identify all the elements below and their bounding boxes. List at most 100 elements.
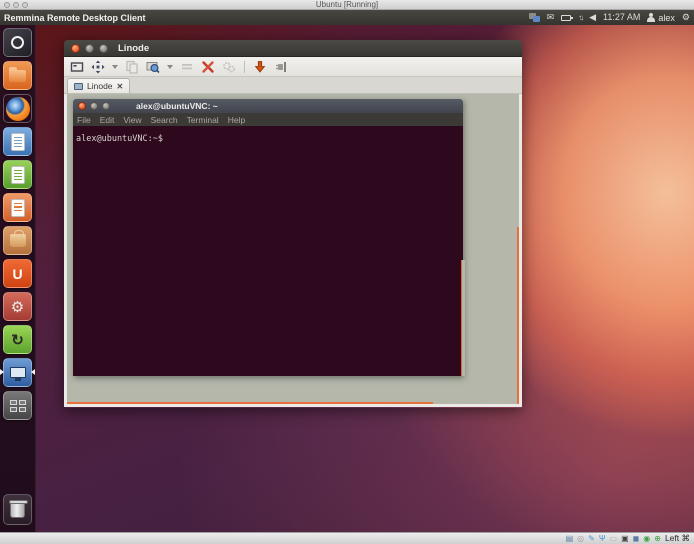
remmina-toolbar: [64, 57, 522, 77]
align-button[interactable]: [179, 59, 195, 75]
screenshot-button[interactable]: [145, 59, 161, 75]
host-close-button[interactable]: [4, 2, 10, 8]
menu-view[interactable]: View: [123, 115, 141, 125]
paste-button[interactable]: [124, 59, 140, 75]
unity-launcher: U ⚙ ↻: [0, 25, 36, 532]
impress-presentation-icon: [11, 199, 25, 217]
scale-mode-button[interactable]: [90, 59, 106, 75]
ubuntu-logo-icon: [11, 36, 24, 49]
remmina-titlebar[interactable]: Linode: [64, 40, 522, 57]
vbox-statusbar: ▤ ◎ ✎ Ψ ▭ ▣ ◼ ◉ ⊕ Left ⌘: [0, 532, 694, 544]
ubuntu-top-panel: Remmina Remote Desktop Client ✉ ↑↓ ◀ 11:…: [0, 10, 694, 25]
screenshot-options-dropdown[interactable]: [166, 59, 174, 75]
battery-icon[interactable]: [561, 15, 571, 21]
network-icon[interactable]: ✎: [588, 534, 595, 544]
launcher-item-trash[interactable]: [3, 494, 32, 525]
tools-button[interactable]: [200, 59, 216, 75]
remmina-window: Linode: [64, 40, 522, 408]
terminal-minimize-button[interactable]: [90, 102, 98, 110]
remote-desktop-viewport[interactable]: alex@ubuntuVNC: ~ File Edit View Search …: [64, 94, 522, 407]
launcher-item-software-center[interactable]: [3, 226, 32, 255]
hard-disk-icon[interactable]: ▤: [566, 534, 574, 544]
focused-app-arrow-right: [31, 369, 35, 375]
remote-wallpaper-edge-bottom: [67, 402, 433, 404]
folder-icon: [9, 70, 26, 82]
writer-document-icon: [11, 133, 25, 151]
clock[interactable]: 11:27 AM: [603, 10, 640, 25]
host-key-capture-icon[interactable]: ⊕: [654, 534, 661, 544]
maximize-button[interactable]: [99, 44, 108, 53]
launcher-item-libreoffice-writer[interactable]: [3, 127, 32, 156]
gear-wrench-icon: ⚙: [11, 298, 24, 316]
network-transfer-icon[interactable]: ↑↓: [578, 13, 582, 22]
remmina-applet-icon[interactable]: [529, 13, 540, 22]
screen: Ubuntu [Running] Remmina Remote Desktop …: [0, 0, 694, 544]
host-zoom-button[interactable]: [22, 2, 28, 8]
launcher-item-remmina[interactable]: [3, 358, 32, 387]
optical-drive-icon[interactable]: ◎: [577, 534, 584, 544]
gears-button[interactable]: [221, 59, 237, 75]
tab-close-icon[interactable]: ✕: [117, 82, 124, 91]
usb-icon[interactable]: Ψ: [599, 534, 606, 544]
workspace-grid-icon: [10, 400, 26, 412]
toolbar-separator: [244, 61, 245, 73]
session-gear-icon[interactable]: ⚙: [682, 10, 690, 25]
volume-icon[interactable]: ◀: [589, 10, 596, 25]
remmina-window-title: Linode: [118, 43, 149, 54]
terminal-window-title: alex@ubuntuVNC: ~: [136, 101, 218, 111]
terminal-maximize-button[interactable]: [102, 102, 110, 110]
recording-icon[interactable]: ◼: [633, 534, 640, 544]
shell-prompt: alex@ubuntuVNC:~$: [76, 134, 163, 144]
launcher-item-dash-home[interactable]: [3, 28, 32, 57]
remmina-tabbar: Linode ✕: [64, 77, 522, 94]
remote-screen-icon: [74, 83, 83, 90]
launcher-item-firefox[interactable]: [3, 94, 32, 123]
terminal-close-button[interactable]: [78, 102, 86, 110]
firefox-icon: [6, 97, 30, 121]
menu-file[interactable]: File: [77, 115, 91, 125]
launcher-item-ubuntu-one[interactable]: U: [3, 259, 32, 288]
menu-terminal[interactable]: Terminal: [187, 115, 219, 125]
mouse-integration-icon[interactable]: ◉: [643, 534, 650, 544]
redraw-artifact-strip: [462, 260, 465, 376]
launcher-item-libreoffice-impress[interactable]: [3, 193, 32, 222]
connection-tab-linode[interactable]: Linode ✕: [67, 78, 130, 93]
menu-search[interactable]: Search: [151, 115, 178, 125]
indicator-tray: ✉ ↑↓ ◀ 11:27 AM alex ⚙: [529, 10, 690, 25]
chevron-down-icon: [167, 65, 173, 69]
calc-spreadsheet-icon: [11, 166, 25, 184]
shopping-bag-icon: [10, 234, 26, 247]
scale-options-dropdown[interactable]: [111, 59, 119, 75]
tab-label: Linode: [87, 81, 113, 91]
user-menu[interactable]: alex: [647, 13, 675, 23]
launcher-item-libreoffice-calc[interactable]: [3, 160, 32, 189]
chevron-down-icon: [112, 65, 118, 69]
update-swirl-icon: ↻: [11, 331, 24, 349]
launcher-item-system-settings[interactable]: ⚙: [3, 292, 32, 321]
host-key-indicator: Left ⌘: [665, 533, 690, 544]
ubuntu-one-icon: U: [12, 266, 22, 282]
shared-folders-icon[interactable]: ▭: [610, 534, 618, 544]
launcher-item-software-updater[interactable]: ↻: [3, 325, 32, 354]
terminal-titlebar[interactable]: alex@ubuntuVNC: ~: [73, 99, 463, 113]
host-minimize-button[interactable]: [13, 2, 19, 8]
close-button[interactable]: [71, 44, 80, 53]
host-window-title: Ubuntu [Running]: [0, 0, 694, 10]
launcher-item-workspace-switcher[interactable]: [3, 391, 32, 420]
menu-edit[interactable]: Edit: [100, 115, 115, 125]
minimize-button[interactable]: [85, 44, 94, 53]
app-menu-label[interactable]: Remmina Remote Desktop Client: [4, 13, 146, 23]
remmina-monitor-icon: [10, 367, 26, 378]
terminal-content[interactable]: alex@ubuntuVNC:~$: [73, 126, 463, 376]
launcher-item-files[interactable]: [3, 61, 32, 90]
username-label: alex: [658, 13, 675, 23]
menu-help[interactable]: Help: [228, 115, 245, 125]
disconnect-button[interactable]: [273, 59, 289, 75]
mail-icon[interactable]: ✉: [547, 10, 555, 25]
fullscreen-button[interactable]: [69, 59, 85, 75]
terminal-window: alex@ubuntuVNC: ~ File Edit View Search …: [73, 99, 463, 376]
host-window-titlebar: Ubuntu [Running]: [0, 0, 694, 10]
display-icon[interactable]: ▣: [621, 534, 629, 544]
focused-app-arrow-left: [0, 369, 4, 375]
grab-keyboard-button[interactable]: [252, 59, 268, 75]
